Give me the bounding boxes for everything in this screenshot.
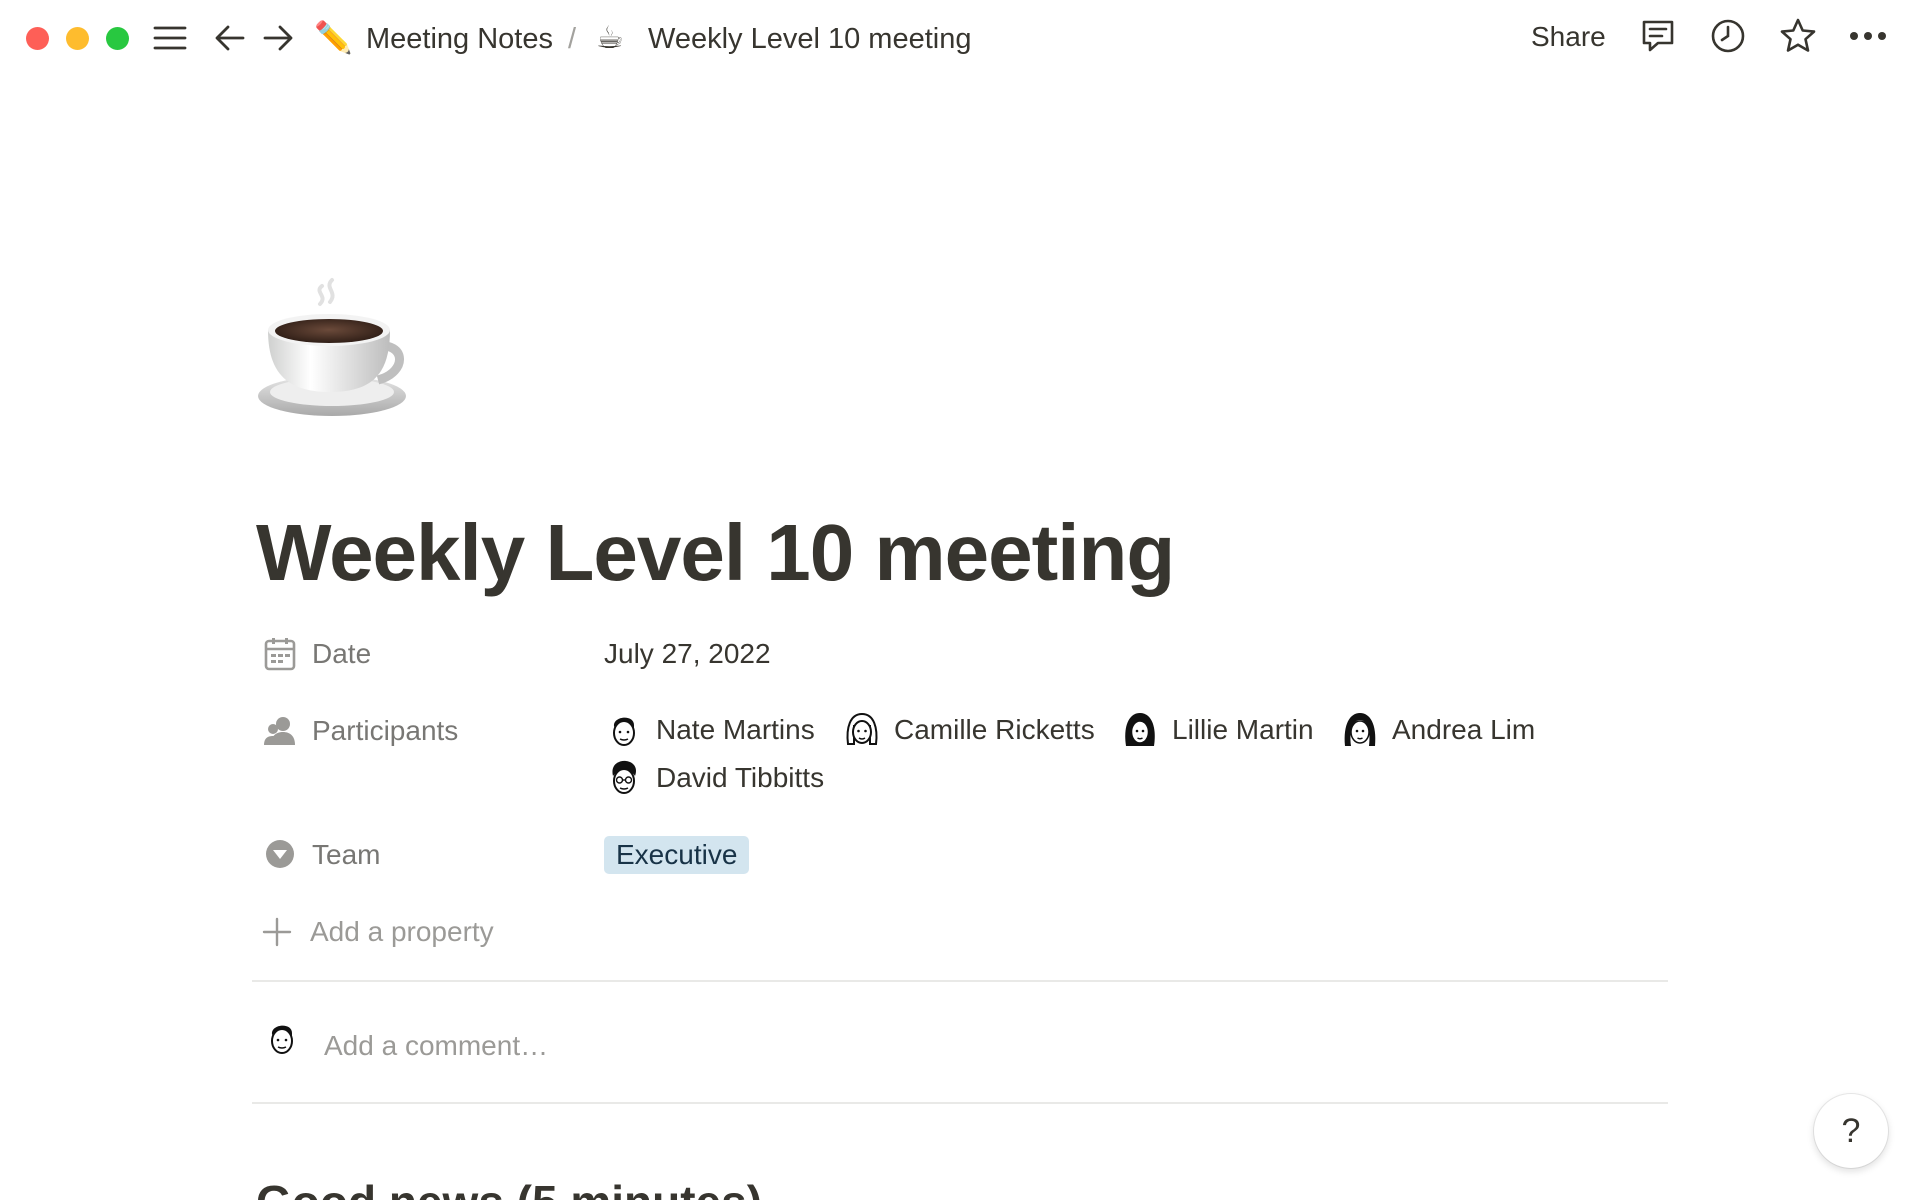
avatar xyxy=(613,717,635,746)
add-property-label: Add a property xyxy=(310,916,494,947)
page-title[interactable]: Weekly Level 10 meeting xyxy=(256,505,1175,601)
avatar xyxy=(1125,713,1155,746)
more-icon[interactable] xyxy=(1848,16,1888,56)
participant-name: David Tibbitts xyxy=(656,762,825,793)
divider xyxy=(252,1102,1668,1104)
forward-arrow-icon[interactable] xyxy=(258,20,298,56)
favorite-star-icon[interactable] xyxy=(1778,16,1818,56)
participant-chip[interactable]: Nate Martins xyxy=(604,709,815,751)
participant-chip[interactable]: Andrea Lim xyxy=(1340,709,1535,751)
avatar xyxy=(271,1025,293,1054)
participant-name: Nate Martins xyxy=(656,714,815,745)
window-close-button[interactable] xyxy=(26,27,49,50)
breadcrumb-meeting-notes[interactable]: Meeting Notes xyxy=(366,20,553,58)
breadcrumb-separator: / xyxy=(568,23,577,55)
participants-property-label[interactable]: Participants xyxy=(312,713,458,749)
participant-name: Andrea Lim xyxy=(1392,714,1536,745)
participant-name: Camille Ricketts xyxy=(894,714,1095,745)
share-button[interactable]: Share xyxy=(1531,18,1606,56)
comment-input[interactable] xyxy=(324,1028,1124,1064)
window-minimize-button[interactable] xyxy=(66,27,89,50)
participant-name: Lillie Martin xyxy=(1172,714,1314,745)
team-tag-executive[interactable]: Executive xyxy=(604,836,750,874)
team-property-label[interactable]: Team xyxy=(312,837,380,873)
breadcrumb-current-page[interactable]: Weekly Level 10 meeting xyxy=(648,20,971,58)
avatar xyxy=(846,712,878,745)
date-property-value[interactable]: July 27, 2022 xyxy=(604,636,771,672)
avatar xyxy=(1344,713,1376,746)
participant-chip[interactable]: David Tibbitts xyxy=(604,757,824,799)
sidebar-menu-icon[interactable] xyxy=(150,20,190,56)
comments-icon[interactable] xyxy=(1638,16,1678,56)
updates-clock-icon[interactable] xyxy=(1708,16,1748,56)
top-bar: ✏️ Meeting Notes / ☕ Weekly Level 10 mee… xyxy=(0,0,1920,76)
plus-icon xyxy=(262,917,292,947)
date-property-label[interactable]: Date xyxy=(312,636,371,672)
participant-chip[interactable]: Camille Ricketts xyxy=(842,709,1095,751)
people-icon xyxy=(262,713,298,749)
avatar xyxy=(612,760,636,794)
window-zoom-button[interactable] xyxy=(106,27,129,50)
page-icon-coffee-cup[interactable] xyxy=(256,268,416,428)
coffee-icon: ☕ xyxy=(596,20,624,55)
back-arrow-icon[interactable] xyxy=(210,20,250,56)
divider xyxy=(252,980,1668,982)
participant-chip[interactable]: Lillie Martin xyxy=(1120,709,1314,751)
section-heading[interactable]: Good news (5 minutes) xyxy=(256,1172,762,1200)
help-button[interactable]: ? xyxy=(1814,1094,1888,1168)
select-dropdown-icon xyxy=(262,836,298,872)
calendar-icon xyxy=(262,636,298,672)
add-property-button[interactable]: Add a property xyxy=(262,914,494,950)
pencil-icon: ✏️ xyxy=(314,20,353,55)
